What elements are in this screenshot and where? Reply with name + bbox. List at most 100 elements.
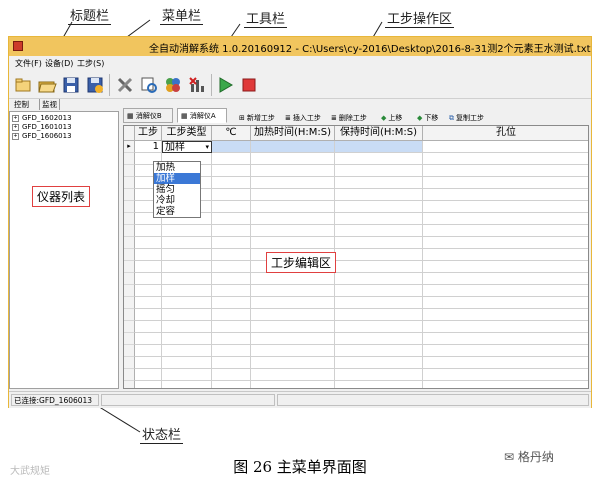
row-header[interactable] — [124, 333, 135, 345]
grid-cell[interactable] — [162, 309, 212, 321]
grid-cell[interactable] — [251, 309, 335, 321]
grid-cell[interactable] — [423, 369, 588, 381]
grid-cell[interactable] — [423, 273, 588, 285]
grid-cell[interactable] — [335, 177, 423, 189]
grid-cell[interactable] — [335, 225, 423, 237]
grid-cell[interactable] — [212, 201, 251, 213]
grid-cell[interactable] — [212, 309, 251, 321]
grid-cell[interactable] — [251, 189, 335, 201]
play-icon[interactable] — [215, 75, 235, 95]
option-add-sample[interactable]: 加样 — [154, 173, 200, 184]
grid-cell[interactable] — [212, 177, 251, 189]
grid-cell[interactable] — [335, 165, 423, 177]
expand-icon[interactable]: + — [12, 123, 19, 131]
grid-cell[interactable] — [423, 237, 588, 249]
option-cool[interactable]: 冷却 — [154, 195, 200, 206]
column-header-step-type[interactable]: 工步类型 — [162, 126, 212, 141]
grid-cell[interactable] — [135, 273, 162, 285]
chevron-down-icon[interactable]: ▾ — [205, 142, 209, 153]
grid-cell[interactable] — [251, 297, 335, 309]
cell-heat-time[interactable] — [251, 141, 335, 153]
tab-device-a[interactable]: ▦ 消解仪A — [177, 108, 227, 123]
grid-cell[interactable] — [335, 237, 423, 249]
grid-cell[interactable] — [135, 237, 162, 249]
grid-cell[interactable] — [335, 357, 423, 369]
grid-cell[interactable] — [135, 333, 162, 345]
cell-hold-time[interactable] — [335, 141, 423, 153]
row-header[interactable] — [124, 345, 135, 357]
step-type-select[interactable]: 加样 ▾ — [162, 141, 212, 153]
row-header[interactable] — [124, 189, 135, 201]
grid-cell[interactable] — [423, 285, 588, 297]
grid-cell[interactable] — [251, 165, 335, 177]
option-heat[interactable]: 加热 — [154, 162, 200, 173]
grid-cell[interactable] — [135, 357, 162, 369]
grid-cell[interactable] — [212, 189, 251, 201]
row-header[interactable] — [124, 321, 135, 333]
copy-step-button[interactable]: ⧉ 复制工步 — [449, 113, 484, 123]
menu-step[interactable]: 工步(S) — [77, 58, 104, 69]
grid-cell[interactable] — [335, 333, 423, 345]
insert-step-button[interactable]: ≣ 插入工步 — [285, 113, 321, 123]
grid-cell[interactable] — [251, 225, 335, 237]
row-header[interactable] — [124, 165, 135, 177]
grid-cell[interactable] — [423, 177, 588, 189]
grid-cell[interactable] — [251, 273, 335, 285]
grid-cell[interactable] — [135, 381, 162, 388]
grid-cell[interactable] — [423, 333, 588, 345]
grid-cell[interactable] — [335, 321, 423, 333]
grid-cell[interactable] — [335, 273, 423, 285]
option-shake[interactable]: 摇匀 — [154, 184, 200, 195]
tab-device-b[interactable]: ▦ 消解仪B — [123, 108, 173, 123]
grid-cell[interactable] — [162, 273, 212, 285]
grid-cell[interactable] — [251, 345, 335, 357]
grid-cell[interactable] — [212, 165, 251, 177]
grid-cell[interactable] — [423, 297, 588, 309]
row-header[interactable] — [124, 225, 135, 237]
open-folder-icon[interactable] — [37, 75, 57, 95]
grid-cell[interactable] — [212, 285, 251, 297]
column-header-step[interactable]: 工步 — [135, 126, 162, 141]
grid-cell[interactable] — [335, 213, 423, 225]
grid-cell[interactable] — [212, 213, 251, 225]
row-header[interactable] — [124, 273, 135, 285]
grid-cell[interactable] — [162, 285, 212, 297]
column-header-temperature[interactable]: ℃ — [212, 126, 251, 141]
tree-node-instrument[interactable]: + GFD_1606013 — [12, 132, 72, 141]
chart-icon[interactable] — [187, 75, 207, 95]
grid-cell[interactable] — [135, 225, 162, 237]
grid-cell[interactable] — [162, 249, 212, 261]
grid-cell[interactable] — [423, 321, 588, 333]
grid-cell[interactable] — [423, 165, 588, 177]
grid-cell[interactable] — [212, 369, 251, 381]
row-header[interactable] — [124, 249, 135, 261]
new-file-icon[interactable] — [13, 75, 33, 95]
grid-cell[interactable] — [135, 321, 162, 333]
grid-cell[interactable] — [212, 321, 251, 333]
grid-cell[interactable] — [135, 249, 162, 261]
tree-node-instrument[interactable]: + GFD_1601013 — [12, 123, 72, 132]
row-header[interactable] — [124, 237, 135, 249]
tree-node-instrument[interactable]: + GFD_1602013 — [12, 114, 72, 123]
row-header[interactable] — [124, 309, 135, 321]
grid-cell[interactable] — [423, 249, 588, 261]
grid-cell[interactable] — [135, 285, 162, 297]
grid-cell[interactable] — [423, 213, 588, 225]
grid-cell[interactable] — [423, 225, 588, 237]
column-header-hold-time[interactable]: 保持时间(H:M:S) — [335, 126, 423, 141]
grid-cell[interactable] — [212, 333, 251, 345]
view-icon[interactable] — [139, 75, 159, 95]
tab-monitor[interactable]: 监视 — [39, 99, 60, 110]
tab-control[interactable]: 控制 — [12, 99, 31, 110]
grid-cell[interactable] — [335, 201, 423, 213]
save-as-icon[interactable] — [85, 75, 105, 95]
grid-cell[interactable] — [251, 213, 335, 225]
settings-icon[interactable] — [163, 75, 183, 95]
grid-cell[interactable] — [212, 261, 251, 273]
grid-cell[interactable] — [423, 381, 588, 388]
row-header[interactable] — [124, 381, 135, 388]
grid-cell[interactable] — [212, 381, 251, 388]
grid-cell[interactable] — [251, 369, 335, 381]
grid-cell[interactable] — [251, 285, 335, 297]
grid-cell[interactable] — [135, 297, 162, 309]
